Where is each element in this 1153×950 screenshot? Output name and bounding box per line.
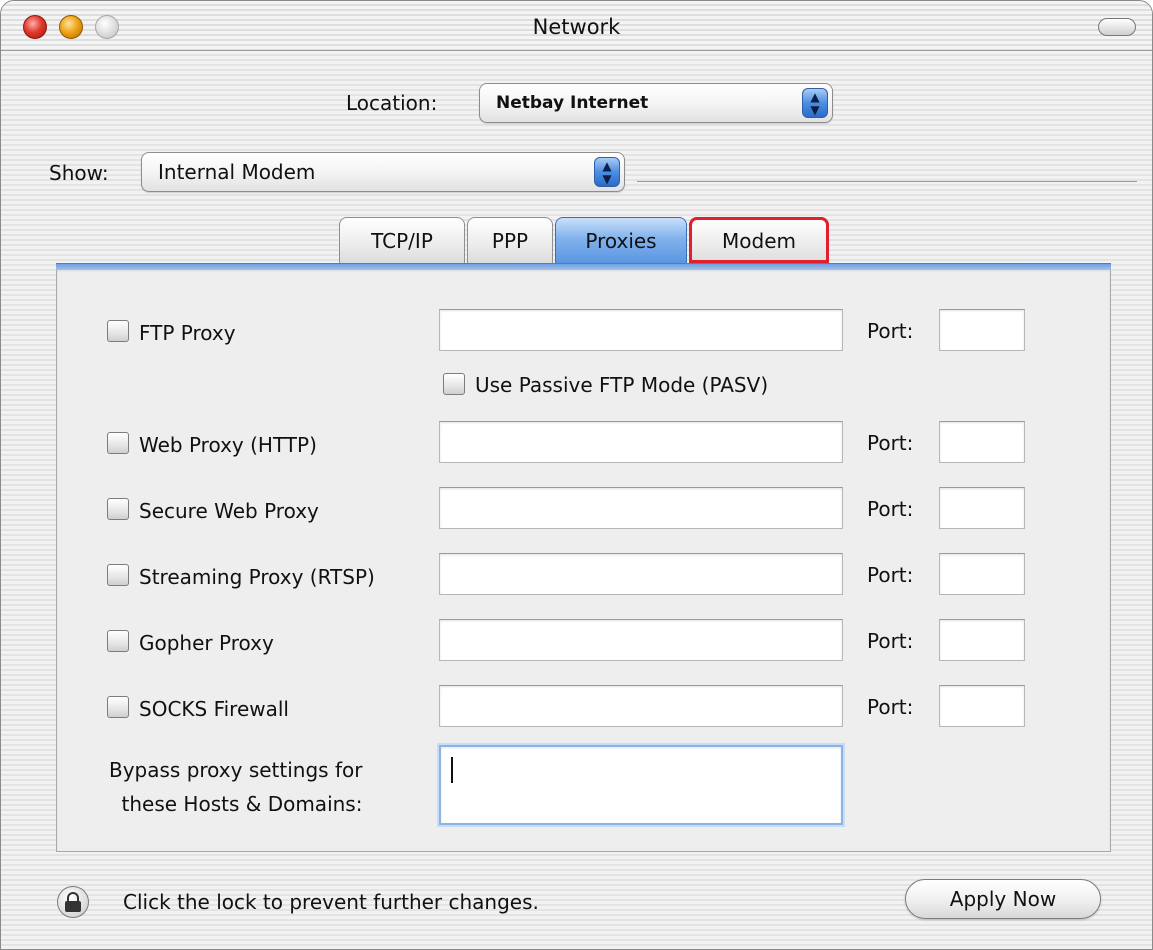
socks-port-label: Port: bbox=[867, 695, 914, 719]
bypass-hosts-textarea[interactable] bbox=[439, 745, 843, 825]
streaming-proxy-checkbox[interactable] bbox=[107, 564, 129, 586]
streaming-port-label: Port: bbox=[867, 563, 914, 587]
web-port-field[interactable] bbox=[939, 421, 1025, 463]
show-label: Show: bbox=[49, 161, 109, 185]
ftp-port-field[interactable] bbox=[939, 309, 1025, 351]
web-proxy-label: Web Proxy (HTTP) bbox=[139, 433, 317, 457]
socks-firewall-label: SOCKS Firewall bbox=[139, 697, 289, 721]
ftp-proxy-server-field[interactable] bbox=[439, 309, 843, 351]
location-popup[interactable]: Netbay Internet ▲ ▼ bbox=[479, 83, 833, 123]
bypass-label: Bypass proxy settings for these Hosts & … bbox=[109, 753, 362, 821]
tab-modem[interactable]: Modem bbox=[689, 217, 829, 263]
location-label: Location: bbox=[346, 91, 438, 115]
tab-proxies[interactable]: Proxies bbox=[555, 217, 687, 263]
secure-web-proxy-checkbox[interactable] bbox=[107, 498, 129, 520]
ftp-proxy-label: FTP Proxy bbox=[139, 321, 236, 345]
web-port-label: Port: bbox=[867, 431, 914, 455]
gopher-port-label: Port: bbox=[867, 629, 914, 653]
toolbar-toggle-button[interactable] bbox=[1098, 18, 1136, 36]
socks-firewall-checkbox[interactable] bbox=[107, 696, 129, 718]
streaming-proxy-server-field[interactable] bbox=[439, 553, 843, 595]
web-proxy-checkbox[interactable] bbox=[107, 432, 129, 454]
show-popup[interactable]: Internal Modem ▲ ▼ bbox=[141, 152, 625, 192]
streaming-proxy-label: Streaming Proxy (RTSP) bbox=[139, 565, 375, 589]
location-value: Netbay Internet bbox=[496, 93, 649, 113]
gopher-port-field[interactable] bbox=[939, 619, 1025, 661]
divider bbox=[637, 181, 1137, 182]
secure-web-proxy-label: Secure Web Proxy bbox=[139, 499, 319, 523]
apply-now-button[interactable]: Apply Now bbox=[905, 879, 1101, 919]
gopher-proxy-checkbox[interactable] bbox=[107, 630, 129, 652]
show-value: Internal Modem bbox=[158, 160, 316, 184]
tab-ppp[interactable]: PPP bbox=[467, 217, 553, 263]
text-caret bbox=[451, 757, 453, 783]
tab-tcpip[interactable]: TCP/IP bbox=[339, 217, 465, 263]
socks-port-field[interactable] bbox=[939, 685, 1025, 727]
ftp-proxy-checkbox[interactable] bbox=[107, 320, 129, 342]
network-window: Network Location: Netbay Internet ▲ ▼ Sho… bbox=[0, 0, 1153, 950]
title-bar[interactable]: Network bbox=[1, 1, 1152, 51]
window-title: Network bbox=[532, 15, 621, 39]
streaming-port-field[interactable] bbox=[939, 553, 1025, 595]
lock-status-text: Click the lock to prevent further change… bbox=[123, 890, 539, 914]
popup-arrows-icon: ▲ ▼ bbox=[802, 88, 828, 118]
popup-arrows-icon: ▲ ▼ bbox=[594, 157, 620, 187]
passive-ftp-label: Use Passive FTP Mode (PASV) bbox=[475, 373, 769, 397]
lock-icon[interactable] bbox=[57, 886, 89, 918]
secure-port-label: Port: bbox=[867, 497, 914, 521]
passive-ftp-checkbox[interactable] bbox=[443, 373, 465, 395]
web-proxy-server-field[interactable] bbox=[439, 421, 843, 463]
ftp-port-label: Port: bbox=[867, 319, 914, 343]
bypass-label-line-2: these Hosts & Domains: bbox=[121, 792, 363, 816]
socks-firewall-server-field[interactable] bbox=[439, 685, 843, 727]
gopher-proxy-label: Gopher Proxy bbox=[139, 631, 274, 655]
secure-web-proxy-server-field[interactable] bbox=[439, 487, 843, 529]
secure-port-field[interactable] bbox=[939, 487, 1025, 529]
gopher-proxy-server-field[interactable] bbox=[439, 619, 843, 661]
bypass-label-line-1: Bypass proxy settings for bbox=[109, 758, 363, 782]
